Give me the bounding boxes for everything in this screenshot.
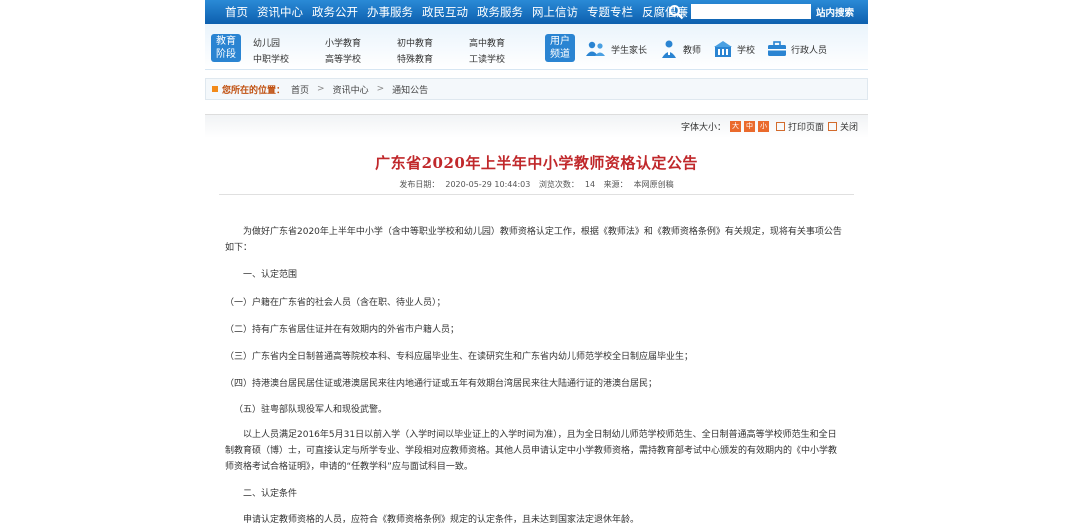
font-size-label: 字体大小： [680,123,726,133]
article-paragraph: 为做好广东省2020年上半年中小学（含中等职业学校和幼儿园）教师资格认定工作，根… [225,227,842,253]
print-label: 打印页面 [787,123,824,133]
views-label: 浏览次数： [538,180,579,189]
breadcrumb: 您所在的位置： 首页 > 资讯中心 > 通知公告 [205,78,868,100]
article-paragraph: （一）户籍在广东省的社会人员（含在职、待业人员）； [225,298,446,308]
edu-link-reform[interactable]: 工读学校 [469,52,541,65]
nav-item-home[interactable]: 首页 [225,4,248,20]
article-paragraph: （四）持港澳台居民居住证或港澳居民来往内地通行证或五年有效期台湾居民来往大陆通行… [225,379,658,389]
edu-link-higher[interactable]: 高等学校 [325,52,397,65]
school-icon [714,41,733,57]
article-paragraph: （五）驻粤部队现役军人和现役武警。 [234,405,388,415]
site-search-button[interactable]: 站内搜索 [816,5,854,19]
nav-item-petition[interactable]: 网上信访 [532,4,578,20]
edu-link-junior[interactable]: 初中教育 [397,36,469,49]
edu-link-special[interactable]: 特殊教育 [397,52,469,65]
user-link-admin-label: 行政人员 [791,45,828,56]
article-container: 字体大小： 大 中 小 打印页面 关闭 广东省2020年上半年中小学教师资格认定… [205,114,868,529]
parents-icon [586,41,605,56]
breadcrumb-home[interactable]: 首页 [291,83,309,96]
close-icon [827,122,837,131]
font-size-small-button[interactable]: 小 [757,121,769,132]
nav-item-topics[interactable]: 专题专栏 [587,4,633,20]
site-search-input[interactable] [691,4,811,19]
views-count: 14 [584,180,596,189]
section-heading: 二、认定条件 [243,489,298,499]
chevron-right-icon: > [376,84,385,94]
publish-date-label: 发布日期： [399,180,440,189]
edu-stage-tag-line2: 阶段 [216,49,236,60]
user-link-teacher[interactable]: 教师 [659,39,701,59]
publish-date: 2020-05-29 10:44:03 [445,180,531,189]
edu-link-senior[interactable]: 高中教育 [469,36,541,49]
edu-link-kindergarten[interactable]: 幼儿园 [253,36,325,49]
user-link-parents-label: 学生家长 [611,45,648,56]
nav-item-news[interactable]: 资讯中心 [257,4,303,20]
print-button[interactable]: 打印页面 [775,120,824,133]
user-link-school-label: 学校 [737,45,756,56]
title-divider [219,194,854,195]
user-link-admin[interactable]: 行政人员 [767,41,827,57]
user-link-school[interactable]: 学校 [713,40,755,58]
nav-item-interaction[interactable]: 政民互动 [422,4,468,20]
edu-stage-links: 幼儿园 小学教育 初中教育 高中教育 中职学校 高等学校 特殊教育 工读学校 [253,36,541,65]
chevron-right-icon: > [317,84,325,94]
search-icon[interactable] [668,4,684,20]
close-label: 关闭 [839,123,858,133]
article-paragraph: （二）持有广东省居住证并在有效期内的外省市户籍人员； [225,325,460,335]
article-paragraph: 申请认定教师资格的人员，应符合《教师资格条例》规定的认定条件，且未达到国家法定退… [243,515,640,525]
top-nav-bar: 首页 资讯中心 政务公开 办事服务 政民互动 政务服务 网上信访 专题专栏 反腐… [205,0,868,24]
location-marker-icon [212,86,218,92]
channel-nav: 教育 阶段 幼儿园 小学教育 初中教育 高中教育 中职学校 高等学校 特殊教育 … [205,24,868,70]
top-nav-items: 首页 资讯中心 政务公开 办事服务 政民互动 政务服务 网上信访 专题专栏 反腐… [225,0,697,24]
source-value: 本网原创稿 [633,180,674,189]
nav-item-gov-services[interactable]: 政务服务 [477,4,523,20]
article-paragraph: （三）广东省内全日制普通高等院校本科、专科应届毕业生、在读研究生和广东省内幼儿师… [225,352,694,362]
user-link-teacher-label: 教师 [683,45,702,56]
breadcrumb-label: 您所在的位置： [222,85,286,96]
font-size-medium-button[interactable]: 中 [743,121,755,132]
font-size-large-button[interactable]: 大 [729,121,741,132]
article-title: 广东省2020年上半年中小学教师资格认定公告 [375,154,698,172]
user-channel-links: 学生家长 教师 学校 行政人员 [585,39,839,59]
user-channel-tag: 用户 频道 [545,34,575,62]
user-channel-tag-line1: 用户 [550,36,570,47]
user-link-parents[interactable]: 学生家长 [585,41,647,57]
article-paragraph: 以上人员满足2016年5月31日以前入学（入学时间以毕业证上的入学时间为准），且… [225,430,838,472]
source-label: 来源： [603,180,628,189]
section-heading: 一、认定范围 [243,270,298,280]
breadcrumb-news[interactable]: 资讯中心 [333,83,369,96]
nav-item-services[interactable]: 办事服务 [367,4,413,20]
edu-stage-tag: 教育 阶段 [211,34,241,62]
edu-stage-tag-line1: 教育 [216,36,236,47]
edu-link-vocational[interactable]: 中职学校 [253,52,325,65]
print-icon [775,122,785,131]
user-channel-tag-line2: 频道 [550,49,570,60]
briefcase-icon [768,41,787,56]
breadcrumb-notice[interactable]: 通知公告 [392,83,428,96]
edu-link-primary[interactable]: 小学教育 [325,36,397,49]
nav-item-gov-open[interactable]: 政务公开 [312,4,358,20]
article-toolbar: 字体大小： 大 中 小 打印页面 关闭 [205,114,868,138]
teacher-icon [662,40,677,58]
close-button[interactable]: 关闭 [827,120,858,133]
article-meta: 发布日期： 2020-05-29 10:44:03 浏览次数： 14 来源： 本网原创… [205,179,868,190]
